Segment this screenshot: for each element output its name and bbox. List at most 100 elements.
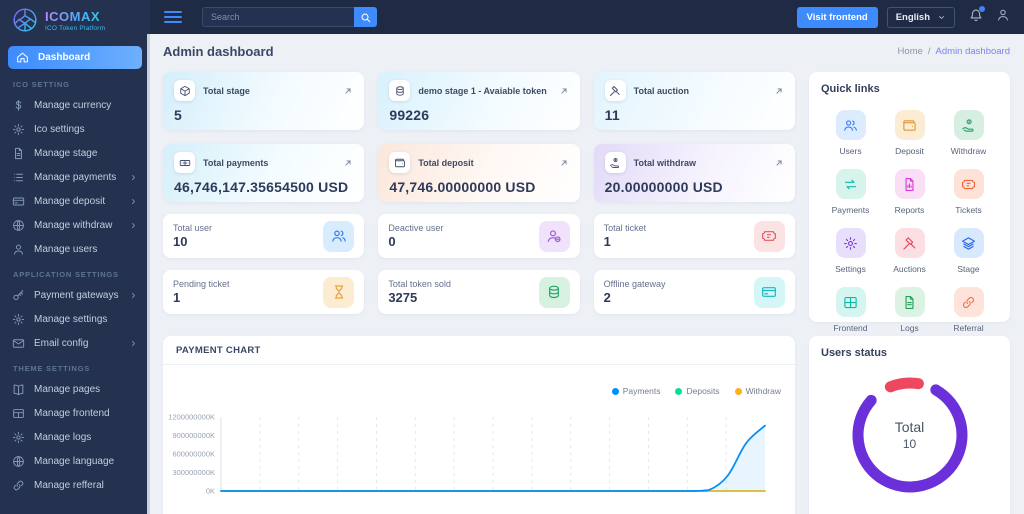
file-icon [12, 147, 25, 160]
svg-text:900000000K: 900000000K [172, 431, 215, 440]
quick-link-payments[interactable]: Payments [821, 169, 880, 215]
sidebar-section-title: THEME SETTINGS [13, 364, 91, 373]
arrow-up-right-icon[interactable] [343, 86, 353, 96]
right-column: Quick links Users Deposit Withdraw Payme… [809, 72, 1010, 514]
sidebar-item-manage-refferal[interactable]: Manage refferal [0, 473, 150, 497]
stat-card-value: 46,746,147.35654500 USD [174, 179, 349, 195]
sidebar-item-manage-payments[interactable]: Manage payments [0, 165, 150, 189]
brand-tagline: ICO Token Platform [45, 24, 106, 32]
sidebar: ICOMAX ICO Token Platform Dashboard ICO … [0, 0, 150, 514]
stat-card-label: Pending ticket [173, 279, 230, 289]
stat-card-offline-gateway: Offline gateway 2 [593, 270, 795, 314]
sidebar-item-label: Dashboard [38, 52, 91, 63]
arrow-up-right-icon[interactable] [559, 86, 569, 96]
layers-icon [953, 228, 984, 258]
notification-badge [979, 5, 985, 12]
legend-item-withdraw[interactable]: Withdraw [734, 386, 781, 396]
brand-name: ICOMAX [45, 9, 105, 24]
wallet-icon [894, 110, 925, 140]
arrow-up-right-icon[interactable] [774, 86, 784, 96]
book-icon [12, 383, 25, 396]
donut-center-value: 10 [902, 437, 917, 451]
wallet-icon [389, 152, 411, 173]
sidebar-item-manage-users[interactable]: Manage users [0, 237, 150, 261]
search-button[interactable] [354, 7, 377, 27]
gavel-icon [604, 80, 626, 101]
stat-card-value: 1 [173, 290, 181, 305]
list-icon [12, 171, 25, 184]
quick-link-label: Settings [835, 264, 866, 274]
sidebar-item-payment-gateways[interactable]: Payment gateways [0, 283, 150, 307]
notifications-button[interactable] [969, 5, 985, 27]
quick-link-settings[interactable]: Settings [821, 228, 880, 274]
stat-card-total-ticket: Total ticket 1 [593, 214, 795, 258]
chevron-right-icon [129, 173, 138, 182]
legend-label: Deposits [686, 386, 720, 396]
arrow-up-right-icon[interactable] [559, 158, 569, 168]
quick-link-referral[interactable]: Referral [939, 287, 998, 333]
main-content: Total stage 5 demo stage 1 - Avaiable to… [163, 66, 795, 514]
arrow-up-right-icon[interactable] [343, 158, 353, 168]
sidebar-item-manage-withdraw[interactable]: Manage withdraw [0, 213, 150, 237]
sidebar-item-manage-currency[interactable]: Manage currency [0, 93, 150, 117]
sidebar-item-manage-stage[interactable]: Manage stage [0, 141, 150, 165]
sidebar-item-manage-pages[interactable]: Manage pages [0, 377, 150, 401]
svg-text:300000000K: 300000000K [172, 468, 215, 477]
quick-link-reports[interactable]: Reports [880, 169, 939, 215]
payment-chart-title: PAYMENT CHART [163, 336, 795, 365]
quick-link-deposit[interactable]: Deposit [880, 110, 939, 156]
quick-link-label: Logs [900, 323, 919, 333]
stat-card-label: Total token sold [388, 279, 451, 289]
quick-link-stage[interactable]: Stage [939, 228, 998, 274]
language-value: English [895, 11, 930, 23]
grid-icon [835, 287, 866, 317]
legend-item-deposits[interactable]: Deposits [675, 386, 720, 396]
quick-link-users[interactable]: Users [821, 110, 880, 156]
quick-link-auctions[interactable]: Auctions [880, 228, 939, 274]
legend-item-payments[interactable]: Payments [611, 386, 660, 396]
language-dropdown[interactable]: English [886, 6, 955, 28]
payment-line-chart[interactable]: 1200000000K 900000000K 600000000K 300000000… [163, 412, 775, 514]
search-input[interactable] [202, 7, 354, 27]
stat-card-label: Total user [173, 223, 213, 233]
quick-link-frontend[interactable]: Frontend [821, 287, 880, 333]
stat-card-total-auction: Total auction 11 [593, 72, 795, 130]
user-icon [12, 243, 25, 256]
stat-card-total-user: Total user 10 [163, 214, 365, 258]
menu-toggle-icon[interactable] [164, 11, 182, 23]
user-icon [996, 8, 1010, 22]
sidebar-item-label: Manage stage [34, 147, 98, 159]
profile-button[interactable] [996, 8, 1010, 27]
users-status-donut-chart[interactable]: Total 10 [848, 373, 972, 497]
stat-card-label: Total withdraw [633, 157, 696, 168]
quick-link-logs[interactable]: Logs [880, 287, 939, 333]
report-file-icon [894, 169, 925, 199]
sidebar-item-ico-settings[interactable]: Ico settings [0, 117, 150, 141]
arrow-up-right-icon[interactable] [774, 158, 784, 168]
sidebar-item-manage-settings[interactable]: Manage settings [0, 307, 150, 331]
search-bar [202, 7, 377, 27]
sidebar-item-manage-deposit[interactable]: Manage deposit [0, 189, 150, 213]
quick-link-label: Tickets [955, 205, 982, 215]
chevron-right-icon [129, 221, 138, 230]
quick-link-withdraw[interactable]: Withdraw [939, 110, 998, 156]
stat-card-available-token: demo stage 1 - Avaiable token 99226 [378, 72, 580, 130]
quick-link-label: Payments [831, 205, 870, 215]
sidebar-scrollbar[interactable] [147, 34, 150, 514]
quick-links-title: Quick links [821, 83, 880, 95]
gavel-icon [894, 228, 925, 258]
link-icon [12, 479, 25, 492]
sidebar-item-manage-frontend[interactable]: Manage frontend [0, 401, 150, 425]
globe-icon [12, 219, 25, 232]
brand-logo[interactable]: ICOMAX ICO Token Platform [0, 0, 150, 41]
legend-dot-payments [611, 387, 619, 395]
sidebar-item-email-config[interactable]: Email config [0, 331, 150, 355]
sidebar-item-manage-logs[interactable]: Manage logs [0, 425, 150, 449]
sidebar-item-dashboard[interactable]: Dashboard [8, 46, 142, 69]
quick-link-tickets[interactable]: Tickets [939, 169, 998, 215]
breadcrumb-current: Admin dashboard [935, 46, 1010, 57]
sidebar-item-manage-language[interactable]: Manage language [0, 449, 150, 473]
breadcrumb-home[interactable]: Home [898, 46, 923, 57]
stat-card-label: demo stage 1 - Avaiable token [418, 85, 547, 96]
visit-frontend-button[interactable]: Visit frontend [796, 6, 878, 28]
